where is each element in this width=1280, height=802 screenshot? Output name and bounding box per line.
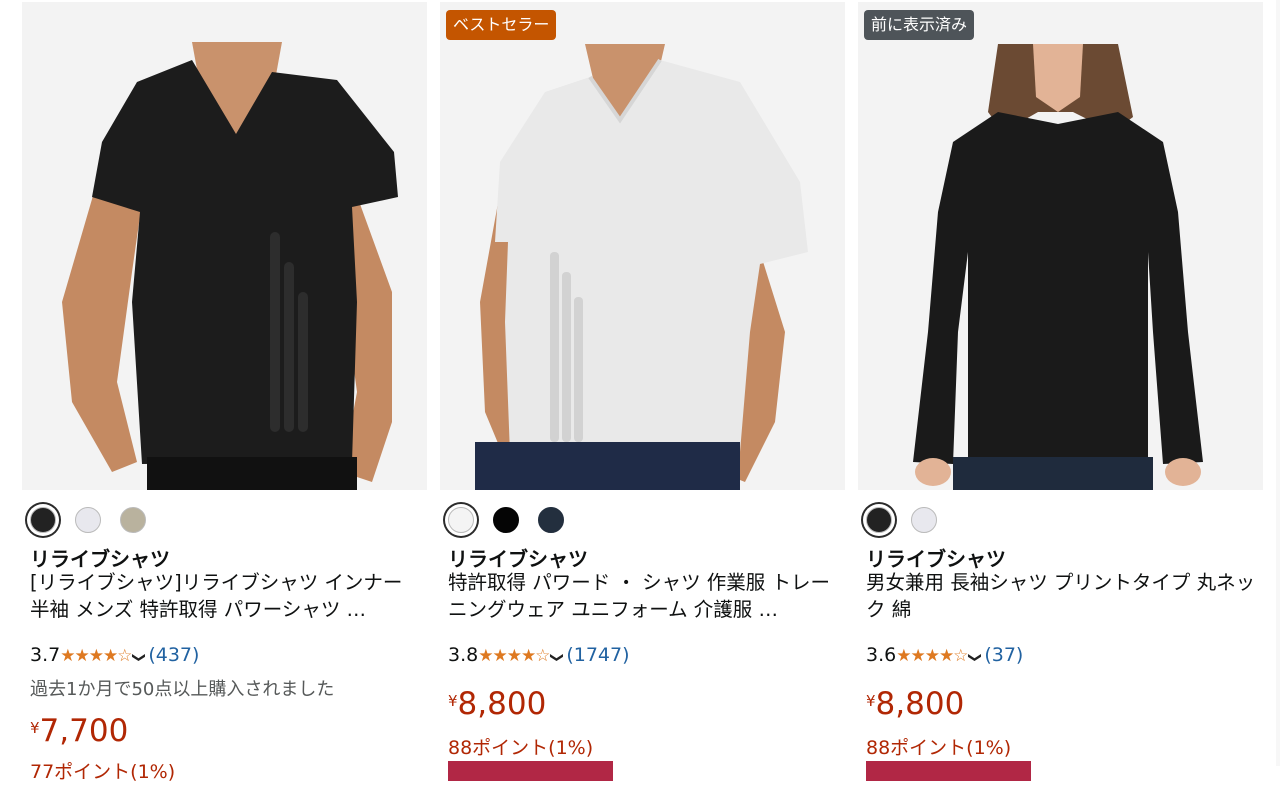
rating-row: 3.7★★★★☆❯ (437) — [30, 644, 199, 670]
price[interactable]: ¥8,800 — [866, 686, 964, 722]
price-amount: 8,800 — [457, 686, 547, 722]
color-swatches — [30, 505, 160, 539]
color-swatch-black[interactable] — [866, 507, 892, 533]
chevron-down-icon[interactable]: ❯ — [549, 652, 564, 663]
star-rating-icon[interactable]: ★★★★☆ — [60, 646, 132, 666]
previously-viewed-badge: 前に表示済み — [864, 10, 975, 40]
bestseller-badge: ベストセラー — [446, 10, 557, 40]
color-swatch-beige[interactable] — [120, 507, 147, 533]
color-swatch-navy[interactable] — [538, 507, 565, 533]
rating-row: 3.6★★★★☆❯ (37) — [866, 644, 1023, 670]
product-image[interactable] — [858, 2, 1263, 490]
page-edge — [1276, 0, 1280, 766]
price-amount: 8,800 — [875, 686, 965, 722]
product-card[interactable]: 前に表示済み リライブシャツ 男女兼用 長袖シャツ プリントタイプ 丸ネック 綿… — [858, 2, 1263, 802]
product-title[interactable]: 特許取得 パワード ・ シャツ 作業服 トレーニングウェア ユニフォーム 介護服… — [448, 569, 840, 623]
product-title[interactable]: 男女兼用 長袖シャツ プリントタイプ 丸ネック 綿 — [866, 569, 1258, 623]
product-title[interactable]: [リライブシャツ]リライブシャツ インナー 半袖 メンズ 特許取得 パワーシャツ… — [30, 569, 422, 623]
rating-value: 3.8 — [448, 644, 479, 666]
review-count-link[interactable]: (1747) — [566, 644, 629, 666]
product-image[interactable] — [22, 2, 427, 490]
product-photo-white-vneck-tee — [440, 2, 845, 490]
deal-ribbon — [448, 761, 613, 781]
points-label: 77ポイント(1%) — [30, 761, 176, 783]
brand-name: リライブシャツ — [448, 547, 588, 571]
rating-value: 3.7 — [30, 644, 61, 666]
product-photo-black-vneck-tee — [22, 2, 427, 490]
color-swatch-white[interactable] — [448, 507, 474, 533]
color-swatch-white[interactable] — [911, 507, 938, 533]
review-count-link[interactable]: (437) — [148, 644, 199, 666]
rating-value: 3.6 — [866, 644, 897, 666]
bought-info: 過去1か月で50点以上購入されました — [30, 679, 335, 700]
price-currency: ¥ — [30, 719, 40, 737]
color-swatch-black[interactable] — [30, 507, 56, 533]
color-swatch-black[interactable] — [493, 507, 520, 533]
star-rating-icon[interactable]: ★★★★☆ — [896, 646, 968, 666]
price-currency: ¥ — [448, 692, 458, 710]
brand-name: リライブシャツ — [866, 547, 1006, 571]
chevron-down-icon[interactable]: ❯ — [131, 652, 146, 663]
product-card[interactable]: ベストセラー リライブシャツ 特許取得 パワード ・ シャツ 作業服 トレーニン… — [440, 2, 845, 802]
price[interactable]: ¥8,800 — [448, 686, 546, 722]
points-label: 88ポイント(1%) — [866, 737, 1012, 759]
color-swatches — [448, 505, 578, 539]
review-count-link[interactable]: (37) — [984, 644, 1023, 666]
product-photo-black-longsleeve — [858, 2, 1263, 490]
product-card[interactable]: リライブシャツ [リライブシャツ]リライブシャツ インナー 半袖 メンズ 特許取… — [22, 2, 427, 802]
chevron-down-icon[interactable]: ❯ — [967, 652, 982, 663]
color-swatch-white[interactable] — [75, 507, 102, 533]
star-rating-icon[interactable]: ★★★★☆ — [478, 646, 550, 666]
price-amount: 7,700 — [39, 713, 129, 749]
rating-row: 3.8★★★★☆❯ (1747) — [448, 644, 630, 670]
points-label: 88ポイント(1%) — [448, 737, 594, 759]
product-grid: リライブシャツ [リライブシャツ]リライブシャツ インナー 半袖 メンズ 特許取… — [0, 0, 1280, 802]
price[interactable]: ¥7,700 — [30, 713, 128, 749]
brand-name: リライブシャツ — [30, 547, 170, 571]
color-swatches — [866, 505, 951, 539]
deal-ribbon — [866, 761, 1031, 781]
product-image[interactable] — [440, 2, 845, 490]
price-currency: ¥ — [866, 692, 876, 710]
